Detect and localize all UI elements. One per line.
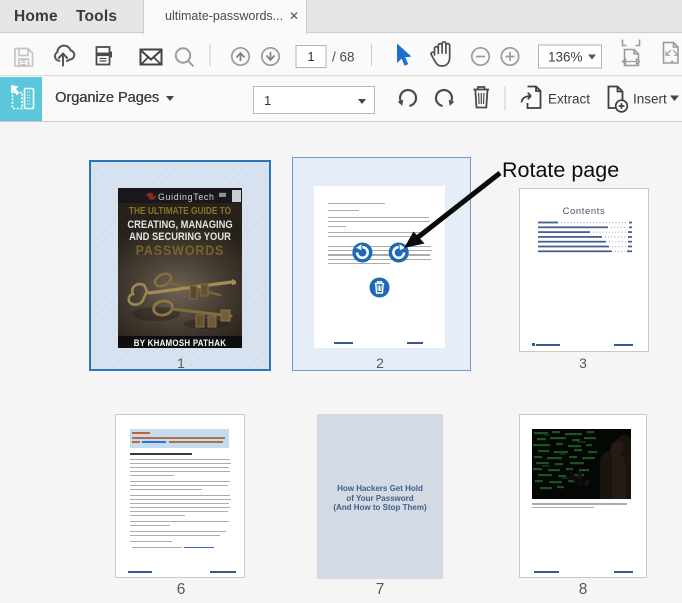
svg-text:Insert: Insert	[633, 92, 667, 107]
svg-text:Extract: Extract	[548, 92, 590, 107]
svg-text:/ 68: / 68	[332, 50, 355, 65]
svg-text:1: 1	[307, 49, 314, 64]
svg-text:136%: 136%	[548, 50, 583, 65]
